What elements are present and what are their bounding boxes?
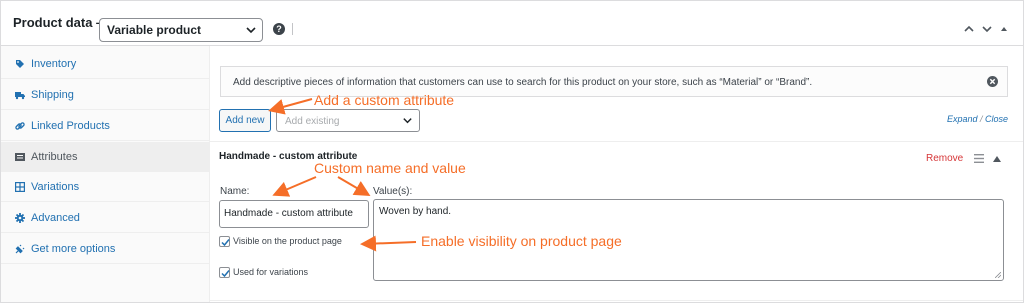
triangle-up-icon[interactable] [993,155,1001,162]
attribute-values-value: Woven by hand. [379,206,452,217]
header-divider [292,23,293,35]
close-icon[interactable] [987,76,998,87]
tab-variations[interactable]: Variations [1,172,209,202]
tab-linked-products[interactable]: Linked Products [1,111,209,141]
attribute-name-input[interactable]: Handmade - custom attribute [219,200,369,228]
add-existing-placeholder: Add existing [285,116,340,127]
triangle-up-icon[interactable] [998,23,1010,35]
drag-handle-icon[interactable] [974,154,984,163]
notice-text: Add descriptive pieces of information th… [233,77,813,88]
chevron-down-icon[interactable] [981,23,993,35]
annotation-custom-name: Custom name and value [314,160,466,176]
product-type-select[interactable]: Variable product [99,18,263,42]
question-icon[interactable]: ? [273,23,285,35]
product-type-value: Variable product [107,23,202,37]
expand-link[interactable]: Expand [947,114,978,124]
tab-inventory[interactable]: Inventory [1,49,209,79]
link-icon [15,122,25,130]
product-data-panel: Product data — Variable product ? Invent… [0,0,1024,303]
grid-icon [15,182,25,192]
values-label: Value(s): [373,186,413,197]
annotation-enable-visibility: Enable visibility on product page [421,233,622,249]
resize-grip-icon[interactable] [995,272,1001,278]
name-label: Name: [220,186,250,197]
add-new-button[interactable]: Add new [219,109,271,132]
tab-label: Advanced [31,212,80,224]
divider [210,300,1023,301]
chevron-down-icon [246,27,256,34]
expand-close-links: Expand / Close [946,114,1008,124]
chevron-up-icon[interactable] [963,23,975,35]
visible-checkbox[interactable] [219,236,230,247]
chevron-down-icon [403,118,412,124]
gear-icon [15,213,25,223]
check-icon [221,239,230,247]
plugin-icon [15,244,25,254]
tab-label: Linked Products [31,120,110,132]
attribute-name-value: Handmade - custom attribute [224,208,353,219]
tab-label: Variations [31,181,80,193]
variations-checkbox[interactable] [219,267,230,278]
close-link[interactable]: Close [985,114,1008,124]
annotation-add-custom: Add a custom attribute [314,92,455,108]
tab-shipping[interactable]: Shipping [1,80,209,110]
variations-label: Used for variations [233,267,309,277]
tab-get-more-options[interactable]: Get more options [1,234,209,264]
tab-label: Get more options [31,243,116,255]
tab-advanced[interactable]: Advanced [1,203,209,233]
tab-attributes[interactable]: Attributes [1,142,209,172]
product-data-tabs: Inventory Shipping Linked Products Attri… [1,46,210,302]
tab-label: Attributes [31,151,78,163]
remove-attribute-link[interactable]: Remove [926,153,963,164]
panel-title: Product data — [13,15,110,30]
tab-label: Shipping [31,89,74,101]
add-existing-select[interactable]: Add existing [276,109,420,132]
visible-label: Visible on the product page [233,236,342,246]
panel-header: Product data — Variable product ? [1,1,1023,46]
check-icon [221,270,230,278]
tab-label: Inventory [31,58,77,70]
tag-icon [16,60,24,68]
truck-icon [15,92,25,100]
list-icon [15,153,25,161]
